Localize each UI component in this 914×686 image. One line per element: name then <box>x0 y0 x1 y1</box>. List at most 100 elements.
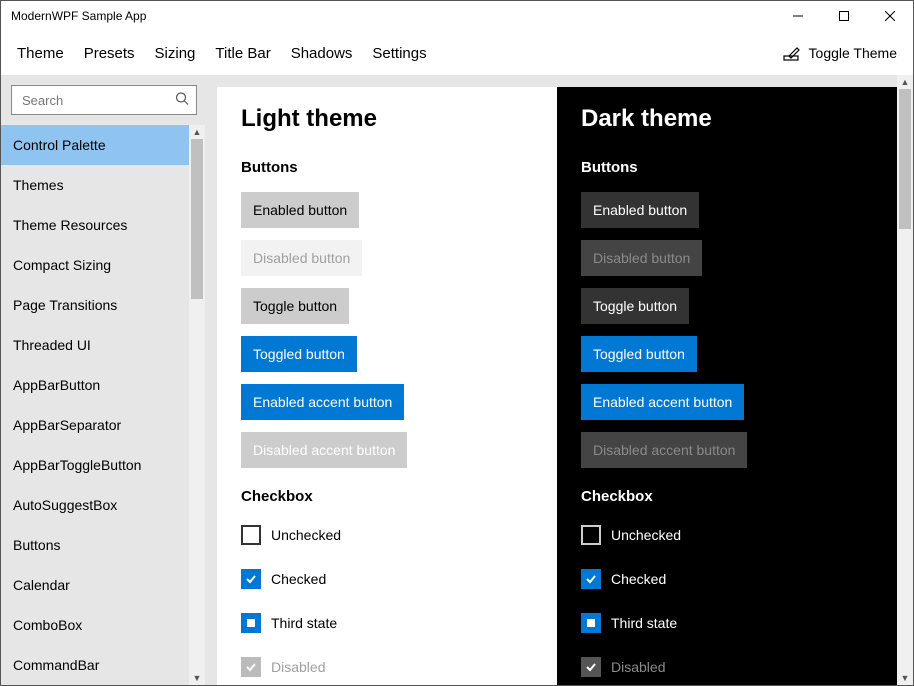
menu-sizing[interactable]: Sizing <box>155 39 196 68</box>
checkbox-checked-light[interactable]: Checked <box>241 565 533 593</box>
checkbox-label: Unchecked <box>611 527 681 543</box>
body: Control Palette Themes Theme Resources C… <box>1 75 913 685</box>
nav-item-compact-sizing[interactable]: Compact Sizing <box>1 245 189 285</box>
checkbox-label: Disabled <box>271 659 325 675</box>
scroll-up-icon[interactable]: ▲ <box>189 125 205 139</box>
maximize-icon <box>839 11 849 21</box>
check-icon <box>245 573 257 585</box>
content-scrollbar[interactable]: ▲ ▼ <box>897 75 913 685</box>
content-scroll-thumb[interactable] <box>899 89 911 229</box>
sidebar-scrollbar[interactable]: ▲ ▼ <box>189 125 205 685</box>
checkbox-third-light[interactable]: Third state <box>241 609 533 637</box>
search-wrap <box>1 75 205 125</box>
search-box <box>11 85 197 115</box>
light-title: Light theme <box>241 105 533 133</box>
search-input[interactable] <box>11 85 197 115</box>
dark-panel: Dark theme Buttons Enabled button Disabl… <box>557 87 897 685</box>
nav-item-appbarbutton[interactable]: AppBarButton <box>1 365 189 405</box>
sidebar: Control Palette Themes Theme Resources C… <box>1 75 205 685</box>
minimize-button[interactable] <box>775 1 821 31</box>
menu-theme[interactable]: Theme <box>17 39 64 68</box>
checkbox-box-icon <box>581 613 601 633</box>
checkbox-label: Disabled <box>611 659 665 675</box>
search-icon <box>175 92 189 109</box>
toggled-button-light[interactable]: Toggled button <box>241 336 357 372</box>
nav-item-control-palette[interactable]: Control Palette <box>1 125 189 165</box>
app-window: ModernWPF Sample App Theme Presets Sizin… <box>0 0 914 686</box>
checkbox-disabled-dark: Disabled <box>581 653 873 681</box>
buttons-heading-dark: Buttons <box>581 159 873 176</box>
dark-title: Dark theme <box>581 105 873 133</box>
checkbox-box-icon <box>241 569 261 589</box>
accent-disabled-button-light: Disabled accent button <box>241 432 407 468</box>
window-controls <box>775 1 913 31</box>
light-panel: Light theme Buttons Enabled button Disab… <box>217 87 557 685</box>
menu-titlebar[interactable]: Title Bar <box>215 39 270 68</box>
check-icon <box>585 573 597 585</box>
close-button[interactable] <box>867 1 913 31</box>
nav-wrap: Control Palette Themes Theme Resources C… <box>1 125 205 685</box>
nav-item-appbartogglebutton[interactable]: AppBarToggleButton <box>1 445 189 485</box>
toggle-theme-button[interactable]: Toggle Theme <box>783 44 897 62</box>
toggled-button-dark[interactable]: Toggled button <box>581 336 697 372</box>
menu-items: Theme Presets Sizing Title Bar Shadows S… <box>1 39 427 68</box>
window-title: ModernWPF Sample App <box>11 9 146 23</box>
enabled-button-light[interactable]: Enabled button <box>241 192 359 228</box>
checkbox-unchecked-light[interactable]: Unchecked <box>241 521 533 549</box>
menu-settings[interactable]: Settings <box>372 39 426 68</box>
content: Light theme Buttons Enabled button Disab… <box>205 75 913 685</box>
checkbox-label: Unchecked <box>271 527 341 543</box>
checkbox-label: Third state <box>271 615 337 631</box>
checkbox-disabled-light: Disabled <box>241 653 533 681</box>
checkbox-checked-dark[interactable]: Checked <box>581 565 873 593</box>
checkbox-unchecked-dark[interactable]: Unchecked <box>581 521 873 549</box>
checkbox-box-icon <box>241 657 261 677</box>
accent-enabled-button-dark[interactable]: Enabled accent button <box>581 384 744 420</box>
checkbox-box-icon <box>581 569 601 589</box>
checkbox-box-icon <box>241 613 261 633</box>
checkbox-label: Checked <box>611 571 666 587</box>
edit-icon <box>783 44 801 62</box>
nav-item-themes[interactable]: Themes <box>1 165 189 205</box>
nav-item-autosuggestbox[interactable]: AutoSuggestBox <box>1 485 189 525</box>
checkbox-box-icon <box>581 525 601 545</box>
sidebar-scroll-thumb[interactable] <box>191 139 203 299</box>
scroll-down-icon[interactable]: ▼ <box>897 671 913 685</box>
disabled-button-light: Disabled button <box>241 240 362 276</box>
toggle-button-light[interactable]: Toggle button <box>241 288 349 324</box>
nav-item-commandbar[interactable]: CommandBar <box>1 645 189 685</box>
check-icon <box>585 661 597 673</box>
checkbox-label: Third state <box>611 615 677 631</box>
close-icon <box>885 11 895 21</box>
minimize-icon <box>793 11 803 21</box>
maximize-button[interactable] <box>821 1 867 31</box>
checkbox-label: Checked <box>271 571 326 587</box>
nav-item-appbarseparator[interactable]: AppBarSeparator <box>1 405 189 445</box>
panels: Light theme Buttons Enabled button Disab… <box>217 87 897 685</box>
nav-item-calendar[interactable]: Calendar <box>1 565 189 605</box>
scroll-up-icon[interactable]: ▲ <box>897 75 913 89</box>
enabled-button-dark[interactable]: Enabled button <box>581 192 699 228</box>
menubar: Theme Presets Sizing Title Bar Shadows S… <box>1 31 913 75</box>
nav-item-combobox[interactable]: ComboBox <box>1 605 189 645</box>
nav-item-threaded-ui[interactable]: Threaded UI <box>1 325 189 365</box>
check-icon <box>245 661 257 673</box>
accent-disabled-button-dark: Disabled accent button <box>581 432 747 468</box>
nav-list: Control Palette Themes Theme Resources C… <box>1 125 189 685</box>
toggle-theme-label: Toggle Theme <box>809 45 897 61</box>
nav-item-page-transitions[interactable]: Page Transitions <box>1 285 189 325</box>
checkbox-box-icon <box>581 657 601 677</box>
accent-enabled-button-light[interactable]: Enabled accent button <box>241 384 404 420</box>
titlebar: ModernWPF Sample App <box>1 1 913 31</box>
checkbox-box-icon <box>241 525 261 545</box>
scroll-down-icon[interactable]: ▼ <box>189 671 205 685</box>
nav-item-buttons[interactable]: Buttons <box>1 525 189 565</box>
disabled-button-dark: Disabled button <box>581 240 702 276</box>
checkbox-heading-light: Checkbox <box>241 488 533 505</box>
toggle-button-dark[interactable]: Toggle button <box>581 288 689 324</box>
menu-presets[interactable]: Presets <box>84 39 135 68</box>
nav-item-theme-resources[interactable]: Theme Resources <box>1 205 189 245</box>
buttons-heading-light: Buttons <box>241 159 533 176</box>
menu-shadows[interactable]: Shadows <box>291 39 353 68</box>
checkbox-third-dark[interactable]: Third state <box>581 609 873 637</box>
